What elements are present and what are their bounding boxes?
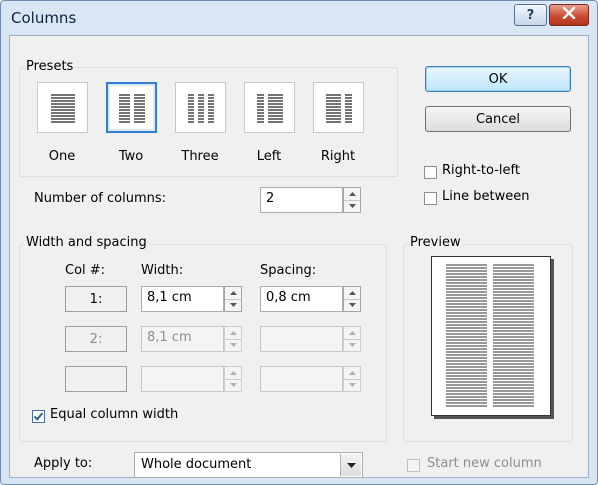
spin-down-icon[interactable] (225, 339, 241, 351)
number-of-columns-spinner[interactable] (343, 187, 361, 213)
start-new-column-checkbox[interactable] (407, 459, 420, 472)
equal-column-width-label: Equal column width (50, 407, 179, 422)
spacing-input-1[interactable]: 0,8 cm (260, 286, 343, 312)
close-icon (562, 6, 576, 23)
preview-columns-graphic (446, 264, 534, 407)
presets-label: Presets (24, 59, 76, 74)
left-column-icon (256, 93, 283, 123)
preset-left-label: Left (256, 149, 282, 164)
right-to-left-label: Right-to-left (442, 163, 520, 178)
width-spinner-2[interactable] (224, 326, 242, 352)
line-between-label: Line between (442, 189, 530, 204)
preset-two-label: Two (118, 149, 144, 164)
apply-to-select[interactable]: Whole document (134, 452, 363, 478)
preset-three-label: Three (181, 149, 219, 164)
help-icon: ? (526, 7, 535, 23)
two-columns-icon (118, 93, 145, 123)
preview-page (431, 256, 551, 416)
preset-one-label: One (48, 149, 76, 164)
number-of-columns-label: Number of columns: (34, 191, 167, 206)
help-button[interactable]: ? (514, 4, 547, 26)
start-new-column-label: Start new column (427, 456, 542, 471)
width-input-3[interactable] (141, 366, 224, 392)
col-number-3 (65, 366, 127, 392)
width-spinner-1[interactable] (224, 286, 242, 312)
spacing-input-2[interactable] (260, 326, 343, 352)
spacing-spinner-3[interactable] (343, 366, 361, 392)
cancel-button[interactable]: Cancel (425, 106, 571, 132)
col-number-header: Col #: (65, 263, 106, 278)
cancel-label: Cancel (475, 111, 521, 127)
width-input-2[interactable]: 8,1 cm (141, 326, 224, 352)
line-between-checkbox[interactable] (424, 192, 437, 205)
title-bar[interactable]: Columns ? (1, 1, 597, 35)
ok-button[interactable]: OK (425, 66, 571, 92)
apply-to-label: Apply to: (34, 456, 93, 471)
right-column-icon (325, 93, 352, 123)
chevron-down-icon[interactable] (340, 454, 361, 476)
spin-down-icon[interactable] (344, 200, 360, 212)
col-number-2: 2: (65, 326, 127, 352)
preset-one[interactable] (37, 82, 88, 133)
width-header: Width: (141, 263, 184, 278)
right-to-left-checkbox[interactable] (424, 166, 437, 179)
width-spacing-label: Width and spacing (24, 235, 149, 250)
preset-left[interactable] (244, 82, 295, 133)
one-column-icon (50, 93, 75, 123)
width-spinner-3[interactable] (224, 366, 242, 392)
preset-right[interactable] (313, 82, 364, 133)
window-title: Columns (11, 9, 77, 27)
ok-label: OK (488, 71, 508, 87)
spacing-header: Spacing: (260, 263, 317, 278)
spacing-spinner-1[interactable] (343, 286, 361, 312)
spacing-spinner-2[interactable] (343, 326, 361, 352)
spin-down-icon[interactable] (225, 379, 241, 391)
number-of-columns-input[interactable]: 2 (260, 187, 343, 213)
preset-three[interactable] (175, 82, 226, 133)
spin-down-icon[interactable] (344, 379, 360, 391)
col-number-1: 1: (65, 286, 127, 312)
spin-down-icon[interactable] (344, 339, 360, 351)
width-input-1[interactable]: 8,1 cm (141, 286, 224, 312)
spin-down-icon[interactable] (225, 299, 241, 311)
preset-right-label: Right (320, 149, 356, 164)
equal-column-width-checkbox[interactable] (32, 410, 45, 423)
apply-to-value: Whole document (141, 457, 252, 472)
preview-label: Preview (408, 235, 463, 250)
spin-down-icon[interactable] (344, 299, 360, 311)
spacing-input-3[interactable] (260, 366, 343, 392)
columns-dialog: Columns ? Presets One Two Three Left Rig… (0, 0, 598, 485)
close-button[interactable] (549, 4, 589, 26)
preset-two[interactable] (106, 82, 157, 133)
checkmark-icon (33, 412, 44, 421)
three-columns-icon (187, 93, 214, 123)
